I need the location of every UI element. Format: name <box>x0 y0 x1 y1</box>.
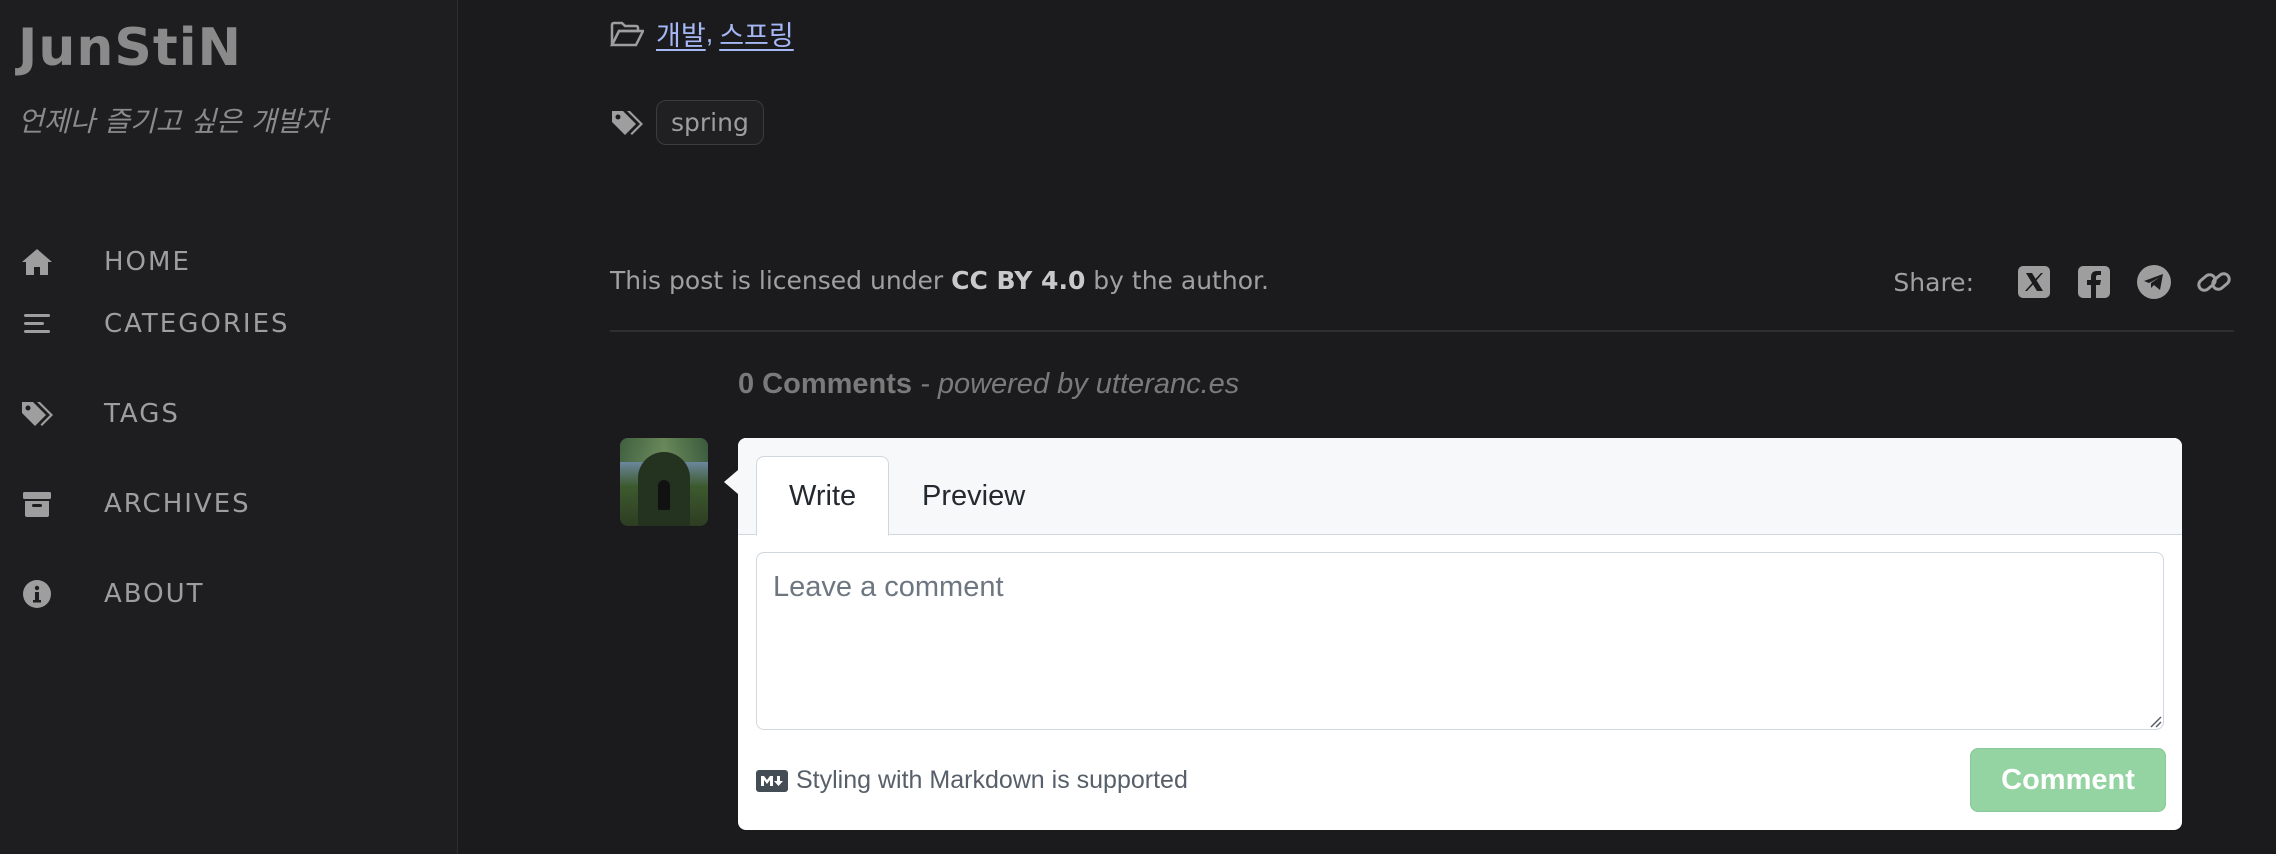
license-suffix: by the author. <box>1093 266 1269 295</box>
license-link[interactable]: CC BY 4.0 <box>951 266 1085 295</box>
comment-placeholder: Leave a comment <box>773 571 1004 603</box>
post-tags: spring <box>610 100 764 145</box>
sidebar: JunStiN 언제나 즐기고 싶은 개발자 HOME CATEGORIES T… <box>0 0 458 854</box>
comment-count[interactable]: 0 Comments <box>738 368 912 400</box>
home-icon <box>20 245 54 279</box>
comments-header: 0 Comments - powered by utteranc.es <box>738 368 1239 401</box>
stream-icon <box>20 307 54 341</box>
tab-write[interactable]: Write <box>756 456 890 536</box>
sidebar-item-about[interactable]: ABOUT <box>0 564 458 624</box>
comment-pointer <box>724 470 738 494</box>
tags-icon <box>20 397 54 431</box>
tags-icon <box>612 110 643 135</box>
sidebar-item-label: ARCHIVES <box>104 489 251 519</box>
telegram-icon[interactable] <box>2134 262 2174 302</box>
license-prefix: This post is licensed under <box>610 266 944 295</box>
link-icon[interactable] <box>2194 262 2234 302</box>
sidebar-item-tags[interactable]: TAGS <box>0 384 458 444</box>
divider <box>610 330 2234 332</box>
category-link[interactable]: 스프링 <box>719 14 794 53</box>
category-link[interactable]: 개발 <box>656 14 706 53</box>
sidebar-item-label: ABOUT <box>104 579 205 609</box>
tag-pill[interactable]: spring <box>656 100 764 145</box>
site-subtitle: 언제나 즐기고 싶은 개발자 <box>18 105 329 138</box>
facebook-icon[interactable] <box>2074 262 2114 302</box>
site-title[interactable]: JunStiN <box>18 18 242 78</box>
comment-form: Write Preview Leave a comment Styling wi… <box>738 438 2182 830</box>
comment-button[interactable]: Comment <box>1970 748 2166 812</box>
markdown-note: Styling with Markdown is supported <box>796 766 1188 794</box>
markdown-hint[interactable]: Styling with Markdown is supported <box>756 766 1188 795</box>
markdown-icon <box>756 769 788 792</box>
share-bar: Share: <box>1893 262 2234 302</box>
avatar[interactable] <box>620 438 708 526</box>
post-footer: 개발 , 스프링 spring This post is licensed un… <box>458 0 2276 854</box>
folder-open-icon <box>610 21 644 46</box>
x-twitter-icon[interactable] <box>2014 262 2054 302</box>
comment-tabs: Write Preview <box>738 438 2182 536</box>
post-categories: 개발 , 스프링 <box>610 14 794 53</box>
resize-handle-icon[interactable] <box>2147 713 2163 729</box>
license-text: This post is licensed under CC BY 4.0 by… <box>610 266 1269 295</box>
sidebar-item-label: CATEGORIES <box>104 309 290 339</box>
archive-icon <box>20 487 54 521</box>
sidebar-item-categories[interactable]: CATEGORIES <box>0 294 458 354</box>
category-separator: , <box>705 18 714 48</box>
sidebar-item-home[interactable]: HOME <box>0 232 458 292</box>
sidebar-item-label: TAGS <box>104 399 180 429</box>
tab-preview[interactable]: Preview <box>890 456 1057 536</box>
sidebar-item-archives[interactable]: ARCHIVES <box>0 474 458 534</box>
share-label: Share: <box>1893 267 1974 297</box>
sidebar-item-label: HOME <box>104 247 191 277</box>
powered-by[interactable]: - powered by utteranc.es <box>920 368 1239 400</box>
info-icon <box>20 577 54 611</box>
comment-textarea[interactable]: Leave a comment <box>756 552 2164 730</box>
